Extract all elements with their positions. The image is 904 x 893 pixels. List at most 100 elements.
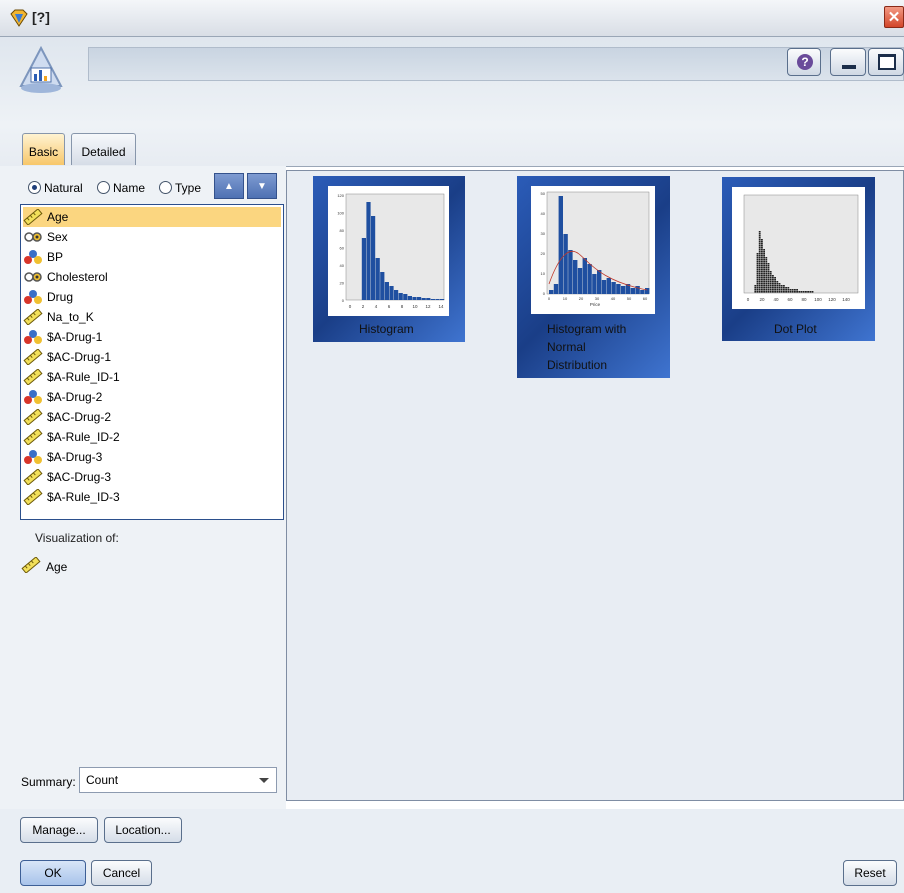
thumb-bar (440, 299, 445, 300)
list-item[interactable]: $A-Rule_ID-3 (23, 487, 281, 507)
list-item[interactable]: $AC-Drug-3 (23, 467, 281, 487)
field-label: $AC-Drug-2 (47, 410, 112, 424)
list-item[interactable]: Age (23, 207, 281, 227)
thumb-dot (765, 277, 768, 279)
thumb-tick-label: 0 (548, 296, 551, 301)
cancel-button[interactable]: Cancel (91, 860, 152, 886)
thumb-dot (767, 267, 770, 269)
thumb-dot (767, 275, 770, 277)
thumb-dot (756, 259, 759, 261)
list-item[interactable]: $A-Drug-3 (23, 447, 281, 467)
thumb-dot (758, 235, 761, 237)
thumb-dot (765, 259, 768, 261)
thumb-tick-label: 14 (438, 304, 444, 309)
thumb-dot (783, 289, 785, 291)
thumb-dot (789, 291, 792, 293)
thumb-dot (758, 269, 761, 271)
thumb-bar (412, 297, 417, 300)
thumb-dot (798, 291, 801, 293)
thumb-dot (761, 279, 763, 281)
thumb-dot (756, 253, 759, 255)
thumb-bar (394, 290, 399, 300)
ok-button[interactable]: OK (20, 860, 86, 886)
thumb-dot (769, 285, 772, 287)
sort-type-option[interactable]: Type (159, 181, 201, 195)
list-item[interactable]: Cholesterol (23, 267, 281, 287)
thumb-dot (805, 291, 807, 293)
thumb-bar (606, 278, 611, 294)
thumb-bar (371, 216, 376, 300)
thumb-dot (776, 283, 779, 285)
summary-select[interactable]: Count (79, 767, 277, 793)
thumb-bar (380, 272, 385, 300)
thumb-tick-label: 30 (595, 296, 600, 301)
thumb-dot (758, 287, 761, 289)
reset-button[interactable]: Reset (843, 860, 897, 886)
thumb-dot (763, 291, 765, 293)
thumb-dot (758, 243, 761, 245)
thumb-dot (761, 259, 763, 261)
thumb-dot (758, 291, 761, 293)
thumb-dot (763, 271, 765, 273)
continuous-ruler-icon (21, 557, 41, 573)
list-item[interactable]: Na_to_K (23, 307, 281, 327)
radio-natural[interactable] (28, 181, 41, 194)
location-button[interactable]: Location... (104, 817, 182, 843)
thumb-dot (774, 287, 776, 289)
gallery-tile-histogram[interactable]: 120 100 80 60 40 20 0 0 2 4 6 8 10 12 14 Histogram (313, 176, 465, 342)
thumb-tick-label: 2 (362, 304, 365, 309)
thumb-tick-label: 10 (563, 296, 568, 301)
thumb-dot (774, 281, 776, 283)
thumb-dot (794, 291, 796, 293)
thumb-dot (778, 283, 781, 285)
histogram-normal-thumbnail: 50 40 30 20 10 0 0 10 20 30 40 50 60 Price (531, 186, 655, 314)
thumb-tick-label: 20 (340, 281, 345, 286)
thumb-x-axis-label: Price (590, 302, 601, 307)
gallery-tile-histogram-normal[interactable]: 50 40 30 20 10 0 0 10 20 30 40 50 60 Price Histogra… (517, 176, 670, 378)
help-button[interactable]: ? (787, 48, 821, 76)
sort-name-option[interactable]: Name (97, 181, 145, 195)
sort-descending-button[interactable]: ▼ (247, 173, 277, 199)
list-item[interactable]: $A-Rule_ID-2 (23, 427, 281, 447)
thumb-bar (621, 286, 626, 294)
thumb-dot (756, 263, 759, 265)
thumb-dot (783, 285, 785, 287)
thumb-dot (761, 253, 763, 255)
field-list[interactable]: Age Sex BP Cholesterol Drug Na_to_K $A-D… (20, 204, 284, 520)
radio-type[interactable] (159, 181, 172, 194)
sort-ascending-button[interactable]: ▲ (214, 173, 244, 199)
thumb-tick-label: 20 (579, 296, 584, 301)
close-button[interactable]: ✕ (884, 6, 904, 28)
tab-basic[interactable]: Basic (22, 133, 65, 165)
list-item[interactable]: $A-Drug-2 (23, 387, 281, 407)
list-item[interactable]: Sex (23, 227, 281, 247)
thumb-dot (763, 279, 765, 281)
thumb-dot (772, 275, 774, 277)
thumb-dot (754, 285, 757, 287)
thumb-dot (761, 255, 763, 257)
tab-detailed[interactable]: Detailed (71, 133, 136, 165)
thumb-dot (761, 267, 763, 269)
thumb-bar (563, 234, 568, 294)
thumb-bar (577, 268, 583, 294)
sort-natural-option[interactable]: Natural (28, 181, 83, 195)
radio-name[interactable] (97, 181, 110, 194)
list-item[interactable]: $AC-Drug-1 (23, 347, 281, 367)
gallery-tile-dot-plot[interactable]: 0 20 40 60 80 100 120 140 Dot Plot (722, 177, 875, 341)
list-item[interactable]: $AC-Drug-2 (23, 407, 281, 427)
thumb-dot (767, 273, 770, 275)
list-item[interactable]: $A-Rule_ID-1 (23, 367, 281, 387)
thumb-tick-label: 8 (401, 304, 404, 309)
node-name-field[interactable] (88, 47, 904, 81)
list-item[interactable]: Drug (23, 287, 281, 307)
maximize-button[interactable] (868, 48, 904, 76)
manage-button[interactable]: Manage... (20, 817, 98, 843)
list-item[interactable]: $A-Drug-1 (23, 327, 281, 347)
thumb-tick-label: 0 (543, 291, 546, 296)
thumb-dot (765, 289, 768, 291)
thumb-dot (769, 275, 772, 277)
list-item[interactable]: BP (23, 247, 281, 267)
minimize-button[interactable] (830, 48, 866, 76)
thumb-dot (772, 279, 774, 281)
field-label: $AC-Drug-3 (47, 470, 112, 484)
